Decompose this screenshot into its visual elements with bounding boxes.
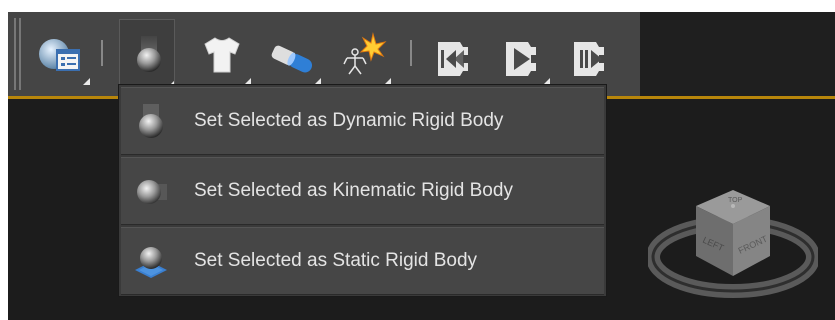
toolbar-grip[interactable] <box>14 18 16 90</box>
viewcube-graphic: TOP LEFT FRONT <box>646 190 820 298</box>
capsule-constraint-icon <box>271 45 313 73</box>
cloth-button[interactable] <box>193 24 251 88</box>
rewind-gear-icon <box>438 42 468 76</box>
skeleton-burst-icon <box>343 32 387 75</box>
step-gear-icon <box>574 42 604 76</box>
app-window: TOP LEFT FRONT Set Selected as Dynamic R… <box>8 12 835 320</box>
tshirt-icon <box>204 37 240 73</box>
dynamic-rigid-body-icon <box>139 104 163 138</box>
constraint-button[interactable] <box>263 24 321 88</box>
rigid-body-menu: Set Selected as Dynamic Rigid Body Set S… <box>118 84 607 297</box>
menu-item-label: Set Selected as Dynamic Rigid Body <box>194 110 504 131</box>
static-rigid-body-icon <box>135 247 167 278</box>
reset-simulation-button[interactable] <box>422 24 478 88</box>
toolbar-separator <box>410 40 412 66</box>
play-simulation-button[interactable] <box>492 24 550 88</box>
globe-explorer-icon <box>39 39 80 71</box>
viewcube[interactable]: TOP LEFT FRONT <box>646 172 820 312</box>
viewcube-top-label[interactable]: TOP <box>728 197 743 204</box>
menu-item-kinematic[interactable]: Set Selected as Kinematic Rigid Body <box>121 157 604 225</box>
explorer-button[interactable] <box>32 24 90 88</box>
kinematic-rigid-body-icon <box>137 180 167 204</box>
rigid-body-button[interactable] <box>119 19 175 89</box>
toolbar-separator <box>101 40 103 66</box>
rigid-body-sphere-icon <box>137 36 161 72</box>
toolbar-empty-area <box>640 12 835 96</box>
menu-item-label: Set Selected as Static Rigid Body <box>194 250 478 271</box>
step-simulation-button[interactable] <box>562 24 618 88</box>
menu-item-label: Set Selected as Kinematic Rigid Body <box>194 180 513 201</box>
menu-item-dynamic[interactable]: Set Selected as Dynamic Rigid Body <box>121 87 604 155</box>
menu-item-static[interactable]: Set Selected as Static Rigid Body <box>121 227 604 295</box>
play-gear-icon <box>506 42 536 76</box>
flyout-indicator <box>83 78 90 85</box>
toolbar-grip[interactable] <box>19 18 21 90</box>
ragdoll-button[interactable] <box>333 24 391 88</box>
